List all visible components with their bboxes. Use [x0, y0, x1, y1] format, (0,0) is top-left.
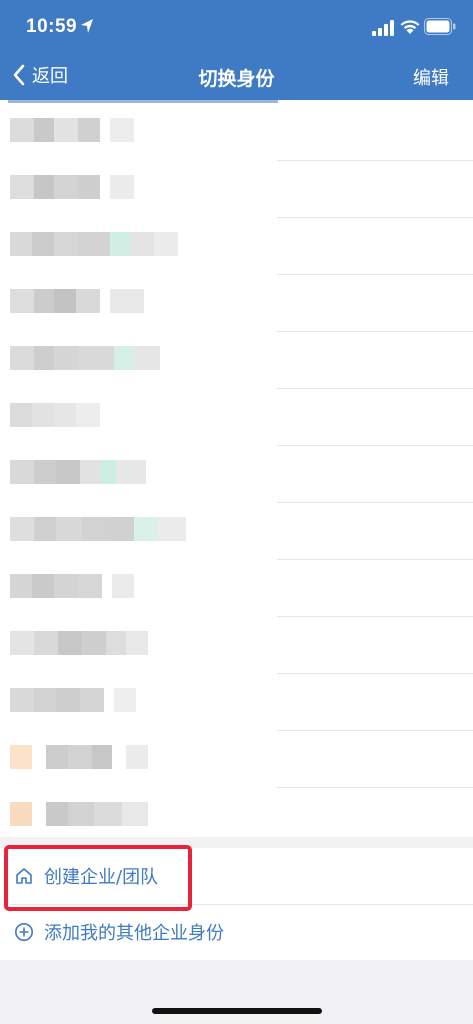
identity-row[interactable] [0, 161, 473, 218]
identity-row[interactable] [0, 446, 473, 503]
identity-row[interactable] [0, 389, 473, 446]
identity-list [0, 100, 473, 837]
identity-row[interactable] [0, 218, 473, 275]
identity-row[interactable] [0, 731, 473, 788]
identity-row[interactable] [0, 104, 473, 161]
identity-row[interactable] [0, 788, 473, 837]
identity-row[interactable] [0, 275, 473, 332]
redacted-identity-name [10, 403, 100, 427]
status-time: 10:59 [26, 16, 78, 37]
edit-button[interactable]: 编辑 [413, 64, 449, 90]
redacted-identity-name [10, 574, 134, 598]
redacted-identity-name [10, 289, 144, 313]
identity-row[interactable] [0, 674, 473, 731]
add-other-identity-label: 添加我的其他企业身份 [44, 923, 224, 944]
redacted-identity-name [10, 802, 148, 826]
redacted-identity-name [10, 688, 136, 712]
redacted-identity-name [10, 460, 146, 484]
redacted-identity-name [10, 745, 148, 769]
battery-icon [424, 18, 456, 35]
page-title: 切换身份 [198, 68, 275, 90]
highlight-box [4, 845, 192, 911]
home-indicator[interactable] [152, 1008, 322, 1014]
identity-row[interactable] [0, 503, 473, 560]
list-scroll-indicator [8, 100, 278, 103]
add-other-identity-button[interactable]: 添加我的其他企业身份 [0, 904, 473, 960]
location-arrow-icon [81, 19, 93, 33]
plus-circle-icon [15, 923, 33, 941]
redacted-identity-name [10, 118, 134, 142]
header: 10:59 返回 切换身份 编辑 [0, 0, 473, 100]
redacted-identity-name [10, 631, 148, 655]
identity-row[interactable] [0, 617, 473, 674]
cellular-signal-icon [372, 20, 394, 36]
redacted-identity-name [10, 346, 160, 370]
navigation-bar: 返回 切换身份 编辑 [0, 52, 473, 100]
wifi-icon [400, 20, 420, 34]
identity-row[interactable] [0, 332, 473, 389]
status-bar: 10:59 [0, 0, 473, 52]
identity-row[interactable] [0, 560, 473, 617]
redacted-identity-name [10, 175, 134, 199]
redacted-identity-name [10, 517, 186, 541]
redacted-identity-name [10, 232, 178, 256]
